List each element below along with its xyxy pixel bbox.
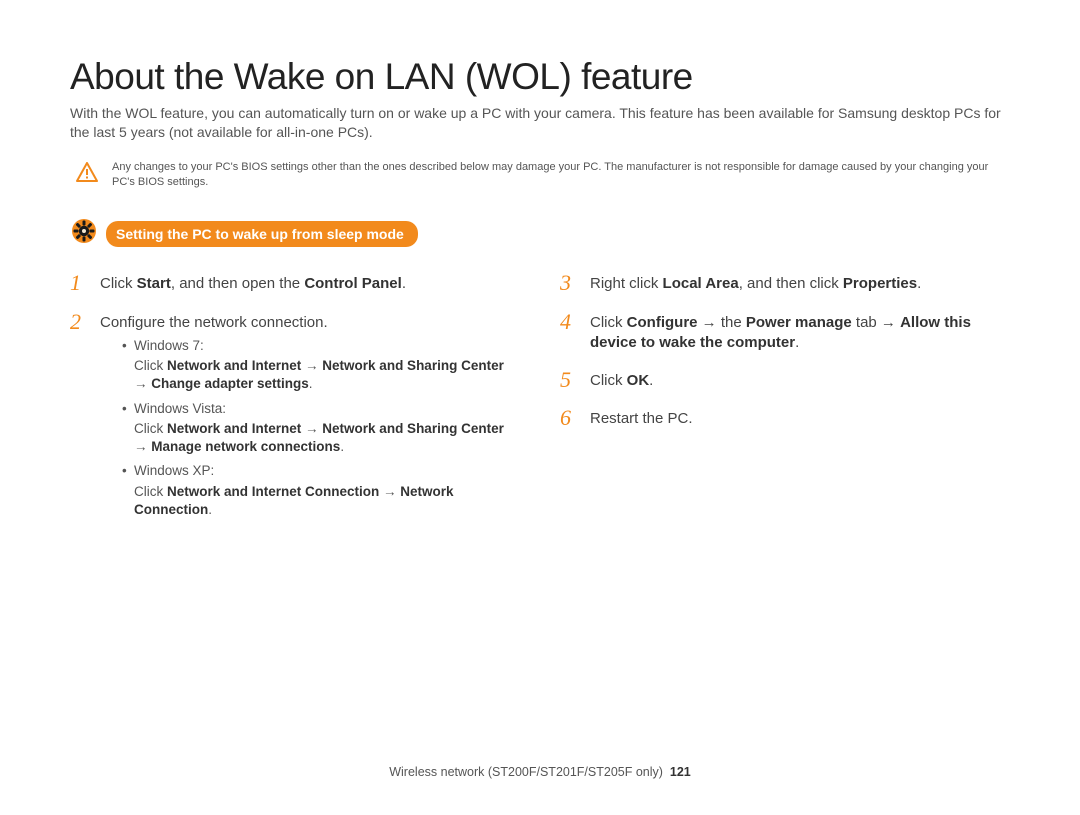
intro-paragraph: With the WOL feature, you can automatica… [70, 104, 1010, 142]
section-heading-row: Setting the PC to wake up from sleep mod… [70, 217, 1010, 250]
sublist-item: Windows Vista: Click Network and Internet… [122, 400, 520, 457]
step: 1 Click Start, and then open the Control … [70, 272, 520, 294]
sublist-item: Windows XP: Click Network and Internet Co… [122, 462, 520, 519]
step-number: 4 [560, 311, 578, 333]
footer-page-number: 121 [670, 765, 691, 779]
step-number: 5 [560, 369, 578, 391]
step-number: 3 [560, 272, 578, 294]
step-body: Right click Local Area, and then click P… [590, 272, 921, 294]
sublist-item: Windows 7: Click Network and Internet → N… [122, 337, 520, 394]
sublist-detail: Click Network and Internet → Network and… [134, 421, 504, 454]
caution-row: Any changes to your PC's BIOS settings o… [70, 160, 1010, 190]
step-body: Configure the network connection.Windows… [100, 311, 520, 525]
step-body: Click Start, and then open the Control P… [100, 272, 406, 294]
step-body: Restart the PC. [590, 407, 693, 429]
sublist: Windows 7: Click Network and Internet → N… [100, 337, 520, 519]
step-body: Click OK. [590, 369, 653, 391]
manual-page: About the Wake on LAN (WOL) feature With… [0, 0, 1080, 815]
page-title: About the Wake on LAN (WOL) feature [70, 0, 1010, 98]
step: 2 Configure the network connection.Window… [70, 311, 520, 525]
steps-columns: 1 Click Start, and then open the Control … [70, 272, 1010, 540]
step: 5 Click OK. [560, 369, 1010, 391]
right-column: 3 Right click Local Area, and then click … [560, 272, 1010, 540]
sublist-lead: Windows XP: [134, 462, 520, 480]
section-heading-badge: Setting the PC to wake up from sleep mod… [106, 221, 418, 247]
step: 4 Click Configure → the Power manage tab … [560, 311, 1010, 354]
step: 3 Right click Local Area, and then click … [560, 272, 1010, 294]
caution-icon [76, 162, 98, 187]
sublist-lead: Windows 7: [134, 337, 520, 355]
sublist-lead: Windows Vista: [134, 400, 520, 418]
step: 6 Restart the PC. [560, 407, 1010, 429]
footer-text: Wireless network (ST200F/ST201F/ST205F o… [389, 765, 663, 779]
step-number: 6 [560, 407, 578, 429]
page-footer: Wireless network (ST200F/ST201F/ST205F o… [0, 765, 1080, 779]
step-body: Click Configure → the Power manage tab →… [590, 311, 1010, 354]
sublist-detail: Click Network and Internet Connection → … [134, 484, 454, 517]
left-column: 1 Click Start, and then open the Control … [70, 272, 520, 540]
sublist-detail: Click Network and Internet → Network and… [134, 358, 504, 391]
step-number: 1 [70, 272, 88, 294]
cog-icon [70, 217, 98, 250]
caution-text: Any changes to your PC's BIOS settings o… [112, 160, 1010, 190]
step-number: 2 [70, 311, 88, 333]
